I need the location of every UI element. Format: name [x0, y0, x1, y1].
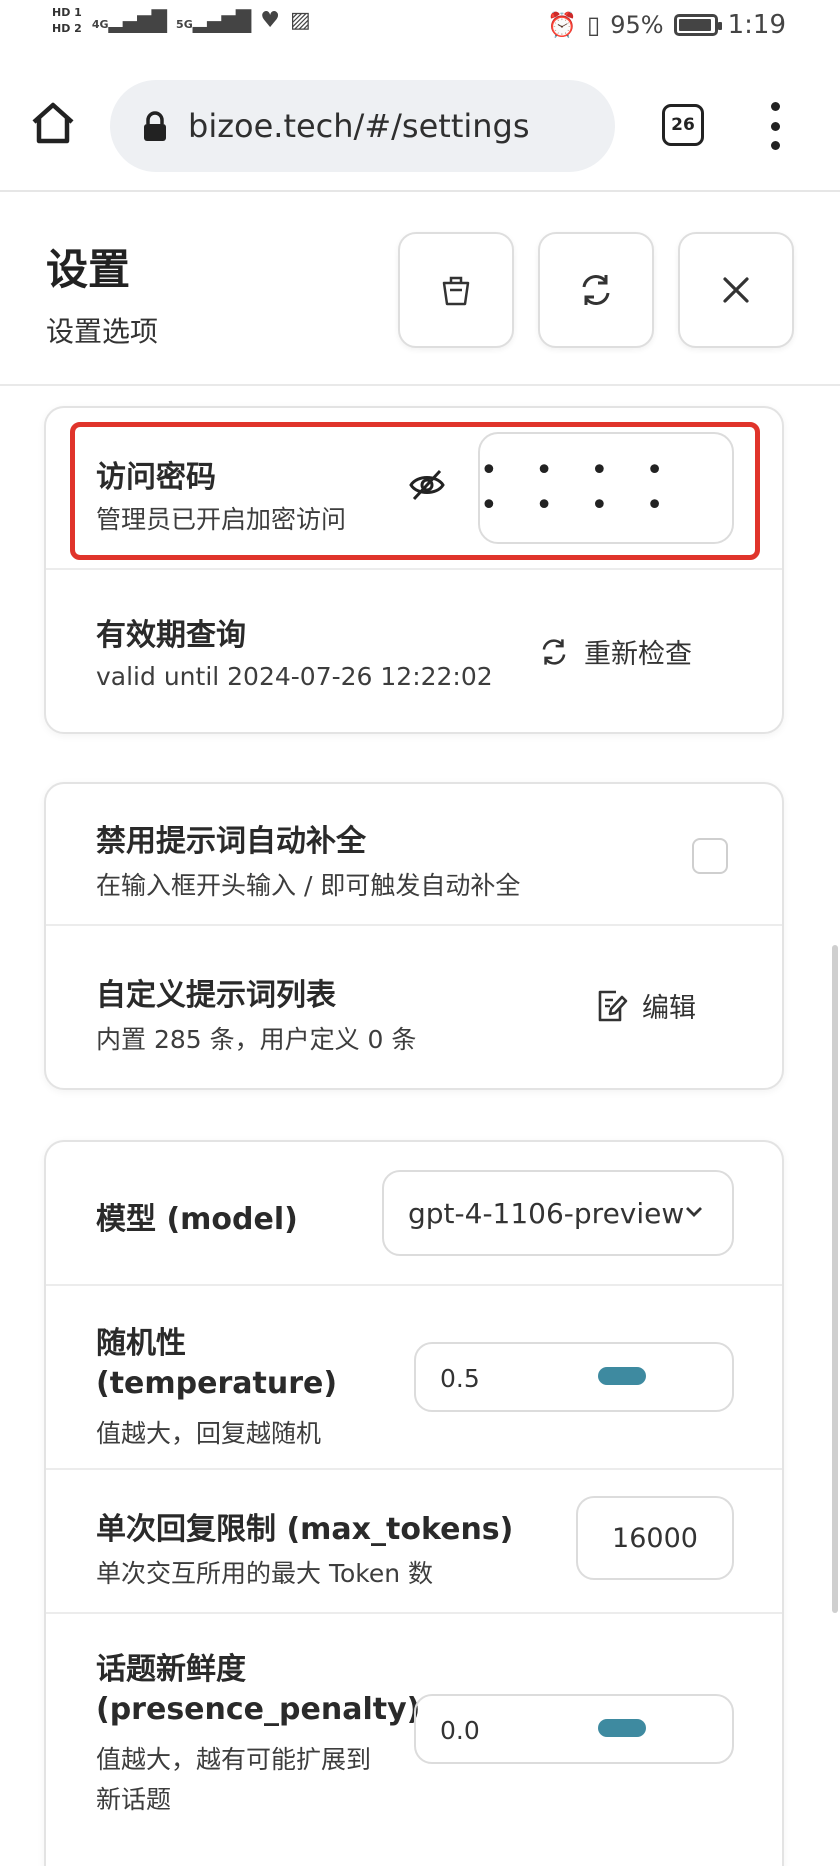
signal-4g-icon: 4G▂▄▆█ — [91, 8, 167, 33]
custom-prompts-title: 自定义提示词列表 — [96, 978, 336, 1013]
lock-icon — [144, 111, 166, 141]
presence-penalty-row: 话题新鲜度 (presence_penalty) 值越大，越有可能扩展到 新话题… — [46, 1614, 782, 1844]
disable-autocomplete-subtitle: 在输入框开头输入 / 即可触发自动补全 — [96, 871, 521, 900]
max-tokens-title: 单次回复限制 (max_tokens) — [96, 1512, 514, 1547]
refresh-icon — [582, 275, 610, 305]
image-icon: ▨ — [290, 8, 311, 33]
max-tokens-subtitle: 单次交互所用的最大 Token 数 — [96, 1559, 434, 1588]
temperature-thumb[interactable] — [598, 1367, 646, 1385]
disable-autocomplete-title: 禁用提示词自动补全 — [96, 824, 366, 859]
presence-subtitle-1: 值越大，越有可能扩展到 — [96, 1745, 372, 1774]
battery-icon — [673, 14, 722, 36]
recheck-label: 重新检查 — [584, 639, 692, 670]
address-bar[interactable]: bizoe.tech/#/settings — [110, 80, 615, 172]
refresh-icon — [542, 638, 566, 665]
max-tokens-row: 单次回复限制 (max_tokens) 单次交互所用的最大 Token 数 16… — [46, 1470, 782, 1614]
close-button[interactable] — [678, 232, 794, 348]
eye-off-icon[interactable] — [408, 468, 446, 502]
temperature-subtitle: 值越大，回复越随机 — [96, 1419, 322, 1448]
page-scrollbar[interactable] — [832, 945, 838, 1613]
password-input[interactable]: • • • • • • • • — [478, 432, 734, 544]
presence-title-cn: 话题新鲜度 — [96, 1652, 246, 1687]
menu-dot-icon — [770, 141, 780, 150]
overflow-menu-button[interactable] — [765, 102, 785, 150]
model-selected: gpt-4-1106-preview — [408, 1196, 685, 1230]
url-text: bizoe.tech/#/settings — [188, 107, 530, 145]
validity-row: 有效期查询 valid until 2024-07-26 12:22:02 重新… — [46, 570, 782, 732]
max-tokens-input[interactable]: 16000 — [576, 1496, 734, 1580]
presence-track[interactable] — [542, 1719, 702, 1737]
clock: 1:19 — [727, 10, 786, 40]
page-title: 设置 — [46, 245, 131, 294]
disable-autocomplete-row: 禁用提示词自动补全 在输入框开头输入 / 即可触发自动补全 — [46, 784, 782, 926]
temperature-title-cn: 随机性 — [96, 1326, 186, 1361]
presence-value: 0.0 — [440, 1716, 480, 1745]
temperature-row: 随机性 (temperature) 值越大，回复越随机 0.5 — [46, 1286, 782, 1470]
custom-prompts-row: 自定义提示词列表 内置 285 条，用户定义 0 条 编辑 — [46, 926, 782, 1088]
status-bar: HD 1 HD 2 4G▂▄▆█ 5G▂▄▆█ ♥ ▨ ⏰ ▯ 95% 1:19 — [0, 0, 840, 60]
home-icon — [32, 102, 74, 144]
browser-toolbar: bizoe.tech/#/settings 26 — [0, 62, 840, 192]
model-row: 模型 (model) gpt-4-1106-preview — [46, 1142, 782, 1286]
temperature-title-en: (temperature) — [96, 1366, 338, 1401]
access-card: 访问密码 管理员已开启加密访问 • • • • • • • • 有效期查询 va… — [44, 406, 784, 734]
tab-switcher-button[interactable]: 26 — [662, 104, 704, 146]
model-label: 模型 (model) — [96, 1202, 298, 1237]
menu-dot-icon — [770, 121, 780, 131]
tab-count: 26 — [671, 115, 695, 135]
hd1-indicator: HD 1 — [52, 6, 82, 19]
presence-subtitle-2: 新话题 — [96, 1785, 172, 1814]
max-tokens-value: 16000 — [612, 1522, 698, 1554]
model-card: 模型 (model) gpt-4-1106-preview 随机性 (tempe… — [44, 1140, 784, 1866]
model-select[interactable]: gpt-4-1106-preview — [382, 1170, 734, 1256]
signal-5g-icon: 5G▂▄▆█ — [176, 8, 251, 33]
edit-icon — [598, 990, 628, 1021]
disable-autocomplete-checkbox[interactable] — [692, 838, 728, 874]
presence-title-en: (presence_penalty) — [96, 1692, 421, 1727]
presence-thumb[interactable] — [598, 1719, 646, 1737]
prompts-card: 禁用提示词自动补全 在输入框开头输入 / 即可触发自动补全 自定义提示词列表 内… — [44, 782, 784, 1090]
hd2-indicator: HD 2 — [52, 22, 82, 35]
temperature-value: 0.5 — [440, 1364, 480, 1393]
home-button[interactable] — [28, 98, 78, 148]
menu-dot-icon — [770, 102, 780, 111]
validity-subtitle: valid until 2024-07-26 12:22:02 — [96, 662, 493, 691]
data-saver-icon: ♥ — [260, 8, 280, 33]
vibrate-icon: ▯ — [587, 11, 601, 39]
trash-icon — [442, 276, 470, 306]
presence-slider[interactable]: 0.0 — [414, 1694, 734, 1764]
close-icon — [723, 277, 749, 303]
settings-header: 设置 设置选项 — [0, 194, 840, 386]
reset-button[interactable] — [538, 232, 654, 348]
battery-fill — [678, 19, 711, 31]
custom-prompts-subtitle: 内置 285 条，用户定义 0 条 — [96, 1025, 417, 1054]
edit-prompts-button[interactable]: 编辑 — [594, 986, 696, 1025]
clear-data-button[interactable] — [398, 232, 514, 348]
password-mask: • • • • • • • • — [480, 453, 678, 523]
chevron-down-icon — [686, 1207, 702, 1217]
access-password-subtitle: 管理员已开启加密访问 — [96, 505, 347, 534]
temperature-slider[interactable]: 0.5 — [414, 1342, 734, 1412]
alarm-icon: ⏰ — [547, 11, 578, 39]
access-password-title: 访问密码 — [96, 460, 216, 495]
recheck-button[interactable]: 重新检查 — [538, 632, 692, 671]
battery-percent: 95% — [610, 11, 664, 39]
page-subtitle: 设置选项 — [46, 315, 159, 348]
validity-title: 有效期查询 — [96, 618, 246, 653]
temperature-track[interactable] — [542, 1367, 702, 1385]
edit-label: 编辑 — [642, 993, 696, 1024]
access-password-row: 访问密码 管理员已开启加密访问 • • • • • • • • — [46, 408, 782, 570]
